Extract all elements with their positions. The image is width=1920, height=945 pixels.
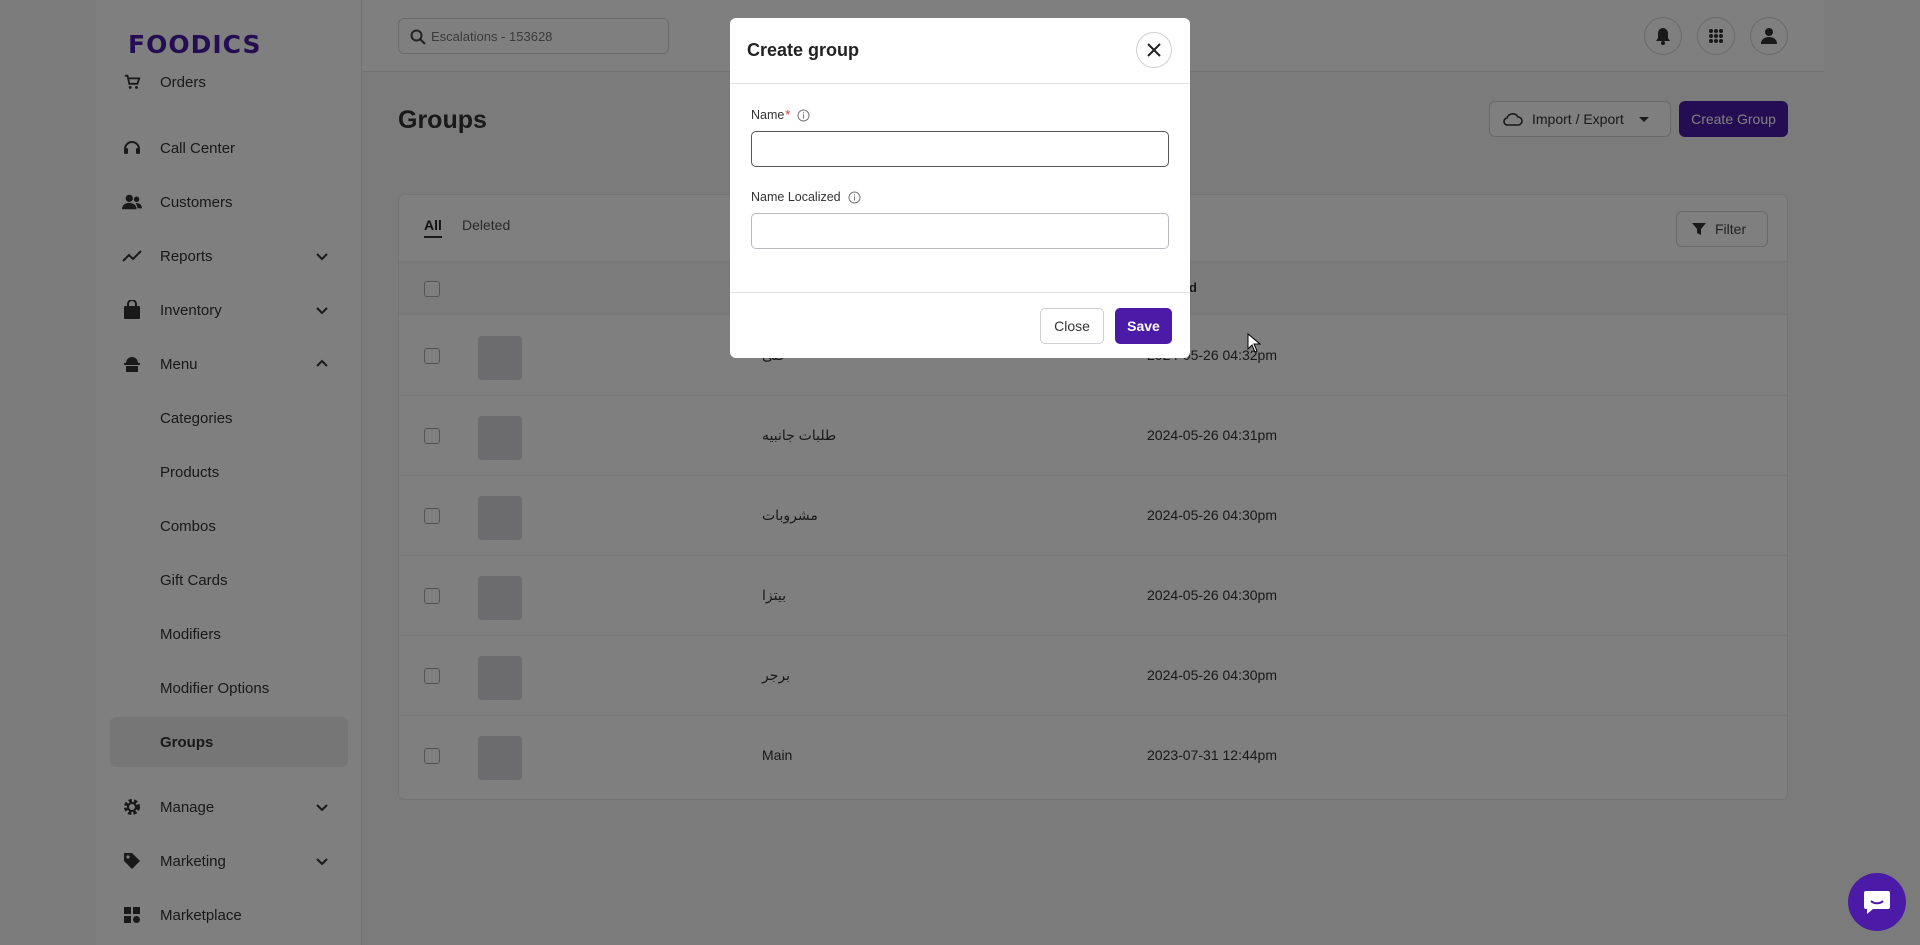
name-localized-field-label: Name Localized	[751, 190, 861, 204]
required-mark: *	[785, 108, 791, 122]
mouse-cursor	[1247, 333, 1261, 353]
support-chat-button[interactable]	[1848, 873, 1906, 931]
save-button[interactable]: Save	[1115, 308, 1172, 344]
name-localized-input[interactable]	[751, 213, 1169, 249]
name-input[interactable]	[751, 131, 1169, 167]
name-field-label: Name *	[751, 108, 810, 122]
create-group-modal: Create group Name * Name Localized Close …	[730, 18, 1190, 358]
info-icon[interactable]	[848, 191, 861, 204]
name-localized-label-text: Name Localized	[751, 190, 841, 204]
close-button[interactable]: Close	[1040, 308, 1104, 344]
close-icon	[1147, 43, 1161, 57]
chat-icon	[1864, 891, 1890, 914]
modal-header: Create group	[730, 18, 1190, 84]
modal-close-button[interactable]	[1136, 32, 1172, 68]
name-label-text: Name	[751, 108, 785, 122]
modal-footer: Close Save	[730, 292, 1190, 358]
info-icon[interactable]	[797, 109, 810, 122]
modal-title: Create group	[747, 40, 860, 60]
